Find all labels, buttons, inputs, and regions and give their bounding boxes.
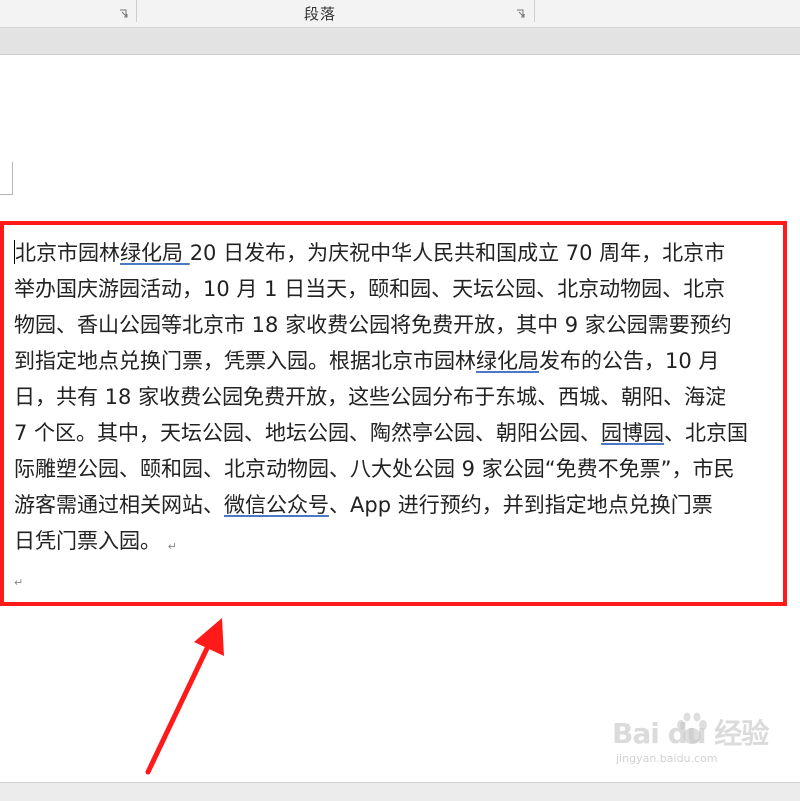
status-bar bbox=[0, 782, 800, 801]
text-run: 、App 进行预约，并到指定地点兑换门票 bbox=[329, 493, 713, 517]
document-text-line[interactable]: 际雕塑公园、颐和园、北京动物园、八大处公园 9 家公园“免费不免票”，市民 bbox=[14, 451, 800, 487]
text-run: 际雕塑公园、颐和园、北京动物园、八大处公园 9 家公园“免费不免票”，市民 bbox=[14, 457, 735, 481]
annotation-arrow-icon bbox=[145, 618, 224, 775]
document-text-line[interactable]: 7 个区。其中，天坛公园、地坛公园、陶然亭公园、朝阳公园、园博园、北京国 bbox=[14, 415, 800, 451]
ruler-bar bbox=[0, 28, 800, 55]
text-run: 举办国庆游园活动，10 月 1 日当天，颐和园、天坛公园、北京动物园、北京 bbox=[14, 277, 726, 301]
document-text-line[interactable]: 举办国庆游园活动，10 月 1 日当天，颐和园、天坛公园、北京动物园、北京 bbox=[14, 271, 800, 307]
font-dialog-launcher-icon[interactable] bbox=[119, 9, 129, 19]
document-body[interactable]: 北京市园林绿化局 20 日发布，为庆祝中华人民共和国成立 70 周年，北京市 举办… bbox=[14, 235, 800, 595]
group-separator bbox=[136, 0, 137, 22]
page-margin-corner-mark bbox=[0, 162, 13, 195]
document-text-line[interactable]: 到指定地点兑换门票，凭票入园。根据北京市园林绿化局发布的公告，10 月 bbox=[14, 343, 800, 379]
text-run: 北京市园林 bbox=[15, 241, 120, 265]
underlined-keyword[interactable]: 园博园 bbox=[601, 421, 664, 445]
paragraph-group-label: 段落 bbox=[304, 5, 337, 23]
paragraph-mark-icon: ↵ bbox=[14, 576, 24, 589]
text-run: 20 日发布，为庆祝中华人民共和国成立 70 周年，北京市 bbox=[189, 241, 726, 265]
text-run: 游客需通过相关网站、 bbox=[14, 493, 224, 517]
paragraph-mark-icon: ↵ bbox=[167, 540, 177, 553]
watermark-url: jingyan.baidu.com bbox=[616, 752, 718, 765]
text-run: 物园、香山公园等北京市 18 家收费公园将免费开放，其中 9 家公园需要预约 bbox=[14, 313, 732, 337]
document-text-line[interactable]: 游客需通过相关网站、微信公众号、App 进行预约，并到指定地点兑换门票 bbox=[14, 487, 800, 523]
underlined-keyword[interactable]: 绿化局 bbox=[120, 241, 190, 265]
baidu-jingyan-watermark: Bai du 经验 jingyan.baidu.com bbox=[612, 712, 769, 776]
underlined-keyword[interactable]: 绿化局 bbox=[476, 349, 539, 373]
paragraph-dialog-launcher-icon[interactable] bbox=[516, 9, 526, 19]
text-run: 7 个区。其中，天坛公园、地坛公园、陶然亭公园、朝阳公园、 bbox=[14, 421, 602, 445]
text-run: 到指定地点兑换门票，凭票入园。根据北京市园林 bbox=[14, 349, 476, 373]
ribbon-group-bar: 段落 bbox=[0, 0, 800, 28]
text-run: 发布的公告，10 月 bbox=[539, 349, 720, 373]
empty-paragraph[interactable]: ↵ bbox=[14, 559, 800, 595]
group-separator bbox=[534, 0, 535, 22]
baidu-paw-icon bbox=[677, 712, 707, 744]
document-text-line[interactable]: 北京市园林绿化局 20 日发布，为庆祝中华人民共和国成立 70 周年，北京市 bbox=[14, 235, 800, 271]
document-text-line[interactable]: 物园、香山公园等北京市 18 家收费公园将免费开放，其中 9 家公园需要预约 bbox=[14, 307, 800, 343]
text-run: 日，共有 18 家收费公园免费开放，这些公园分布于东城、西城、朝阳、海淀 bbox=[14, 385, 727, 409]
text-run: 日凭门票入园。 bbox=[14, 529, 161, 553]
document-text-line[interactable]: 日，共有 18 家收费公园免费开放，这些公园分布于东城、西城、朝阳、海淀 bbox=[14, 379, 800, 415]
document-text-line[interactable]: 日凭门票入园。 ↵ bbox=[14, 523, 800, 559]
text-run: 、北京国 bbox=[664, 421, 749, 445]
underlined-keyword[interactable]: 微信公众号 bbox=[224, 493, 329, 517]
